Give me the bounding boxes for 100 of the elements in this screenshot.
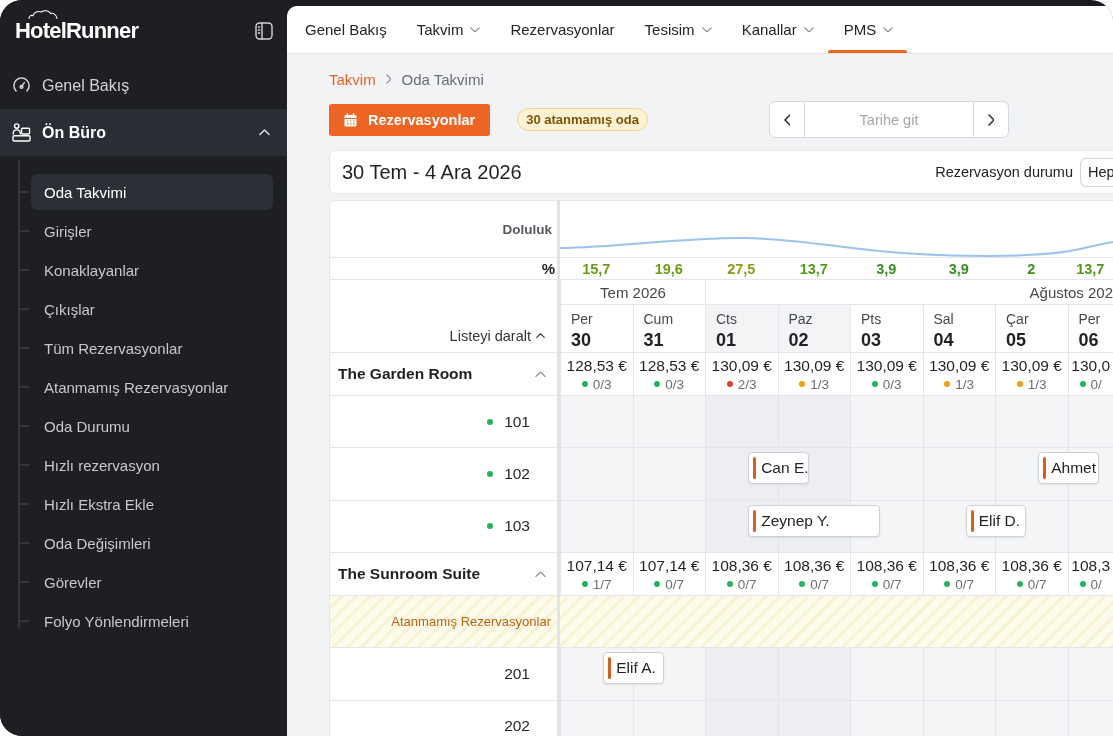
month-label: Ağustos 202 [1029,283,1113,301]
chevron-up-icon [536,333,545,339]
status-filter-label: Rezervasyon durumu [935,164,1073,180]
room-number: 102 [504,465,530,484]
availability-count: 2/3 [737,376,757,392]
gauge-icon [12,76,31,95]
nav-tab[interactable]: Kanallar [725,6,828,53]
day-number: 06 [1078,329,1100,351]
unassigned-badge: 30 atanmamış oda [517,108,648,131]
sidebar-subitem[interactable]: Folyo Yönlendirmeleri [31,603,273,639]
rate-price: 107,14 € [566,556,627,577]
next-date-button[interactable] [973,101,1009,138]
availability-count: 1/7 [592,576,612,592]
occupancy-value: 27,5 [727,260,756,277]
rate-price: 108,36 € [711,556,772,577]
occupancy-value: 19,6 [654,260,683,277]
nav-tab[interactable]: Rezervasyonlar [494,6,629,53]
occupancy-value: 3,9 [876,260,897,277]
sidebar-subitem[interactable]: Oda Takvimi [31,174,273,210]
brand-logo: HotelRunner [15,19,139,43]
rate-price: 130,09 € [929,356,990,376]
weekday-name: Paz [788,310,814,329]
weekday-name: Çar [1006,310,1030,329]
availability-count: 0/ [1090,576,1102,592]
sidebar-subitem[interactable]: Atanmamış Rezervasyonlar [31,369,273,405]
booking-chip[interactable]: Ahmet [1038,452,1099,485]
availability-count: 0/7 [882,576,902,592]
availability-count: 0/7 [737,576,757,592]
cloud-icon [28,10,58,19]
occupancy-value: 13,7 [799,260,828,277]
collapse-list-button[interactable]: Listeyi daralt [449,328,545,344]
nav-tab[interactable]: Genel Bakış [289,6,401,53]
availability-count: 0/3 [882,376,902,392]
availability-count: 0/3 [592,376,612,392]
room-number: 201 [504,664,530,683]
day-number: 03 [861,329,883,351]
rate-price: 130,09 € [711,356,772,376]
day-number: 04 [933,329,955,351]
previous-date-button[interactable] [769,101,805,138]
percent-label: % [541,260,555,277]
rate-price: 128,53 € [566,356,627,376]
weekday-name: Sal [933,310,955,329]
chevron-left-icon [783,113,791,126]
occupancy-value: 15,7 [582,260,611,277]
chevron-right-icon [987,113,995,126]
nav-tab[interactable]: Tesisim [628,6,726,53]
sidebar-item[interactable]: Ön Büro [0,109,287,156]
rate-price: 128,53 € [639,356,700,376]
rate-price: 130,0 [1071,356,1111,376]
availability-count: 0/7 [1027,576,1047,592]
sidebar-toggle-icon[interactable] [255,22,273,40]
day-number: 01 [716,329,738,351]
nav-tab[interactable]: Takvim [400,6,495,53]
day-number: 30 [571,329,593,351]
month-label: Tem 2026 [600,283,666,301]
room-number: 202 [504,717,530,736]
calendar-icon [344,112,357,127]
rate-price: 130,09 € [784,356,845,376]
rate-price: 108,3 [1071,556,1111,577]
person-desk-icon [12,123,31,142]
sidebar-item[interactable]: Genel Bakış [0,62,287,109]
occupancy-value: 3,9 [948,260,969,277]
rate-price: 108,36 € [929,556,990,577]
nav-tab[interactable]: PMS [827,6,908,53]
availability-count: 0/3 [665,376,685,392]
breadcrumb-current: Oda Takvimi [401,70,484,88]
sidebar-subitem[interactable]: Görevler [31,564,273,600]
day-number: 05 [1006,329,1028,351]
rate-price: 130,09 € [856,356,917,376]
availability-count: 0/7 [955,576,975,592]
room-type-name: The Sunroom Suite [338,565,481,584]
availability-count: 1/3 [955,376,975,392]
availability-count: 0/ [1090,376,1102,392]
availability-count: 1/3 [1027,376,1047,392]
booking-chip[interactable]: Zeynep Y. [748,504,881,537]
sidebar-subitem[interactable]: Girişler [31,213,273,249]
sidebar-subitem[interactable]: Konaklayanlar [31,252,273,288]
occupancy-value: 2 [1027,260,1036,277]
sidebar-subitem[interactable]: Hızlı rezervasyon [31,447,273,483]
rate-price: 108,36 € [784,556,845,577]
availability-count: 1/3 [810,376,830,392]
rate-price: 108,36 € [1001,556,1062,577]
booking-chip[interactable]: Elif D. [965,504,1027,537]
chevron-up-icon[interactable] [535,370,546,378]
weekday-name: Cum [643,310,675,329]
booking-chip[interactable]: Elif A. [603,652,664,685]
sidebar-subitem[interactable]: Oda Durumu [31,408,273,444]
date-input[interactable]: Tarihe git [805,101,973,138]
room-number: 101 [504,412,530,431]
unassigned-label: Atanmamış Rezervasyonlar [391,614,551,630]
rate-price: 107,14 € [639,556,700,577]
sidebar-subitem[interactable]: Çıkışlar [31,291,273,327]
sidebar-subitem[interactable]: Hızlı Ekstra Ekle [31,486,273,522]
sidebar-subitem[interactable]: Oda Değişimleri [31,525,273,561]
weekday-name: Per [571,310,594,329]
rate-price: 130,09 € [1001,356,1062,376]
chevron-up-icon[interactable] [535,571,546,578]
booking-chip[interactable]: Can E. [748,452,809,485]
availability-count: 0/7 [810,576,830,592]
sidebar-subitem[interactable]: Tüm Rezervasyonlar [31,330,273,366]
